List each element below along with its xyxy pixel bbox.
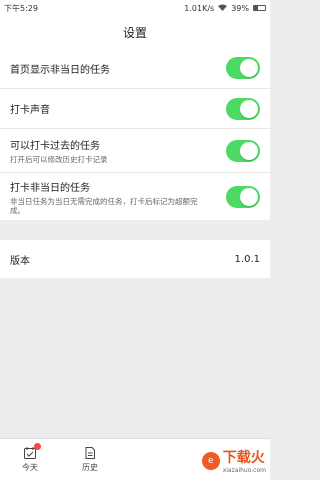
setting-title: 打卡声音 (10, 105, 50, 116)
tab-history[interactable]: 历史 (60, 439, 120, 480)
tab-today[interactable]: 今天 (0, 439, 60, 480)
setting-row-checkin-sound[interactable]: 打卡声音 (0, 88, 270, 128)
toggle-knob (240, 141, 258, 160)
status-bar: 下午5:29 1.01K/s 39% (0, 0, 270, 16)
flame-logo-icon: e (201, 451, 220, 470)
watermark-cn: 下载火 (222, 450, 265, 466)
network-speed: 1.01K/s (184, 3, 215, 13)
page-title: 设置 (122, 25, 147, 40)
setting-desc: 非当日任务为当日无需完成的任务，打卡后标记为超额完成。 (10, 196, 198, 215)
status-right: 1.01K/s 39% (184, 4, 266, 13)
setting-title: 打卡非当日的任务 (10, 182, 90, 194)
setting-title: 可以打卡过去的任务 (10, 141, 100, 152)
battery-icon (253, 5, 266, 11)
setting-row-past-tasks[interactable]: 可以打卡过去的任务 打开后可以修改历史打卡记录 (0, 128, 270, 172)
watermark-en: xiazaihuo.com (222, 467, 266, 474)
setting-row-non-today-checkin[interactable]: 打卡非当日的任务 非当日任务为当日无需完成的任务，打卡后标记为超额完成。 (0, 172, 270, 220)
status-time: 下午5:29 (4, 3, 38, 13)
setting-text: 打卡非当日的任务 非当日任务为当日无需完成的任务，打卡后标记为超额完成。 (10, 179, 200, 215)
notification-badge (34, 443, 41, 450)
setting-desc: 打开后可以修改历史打卡记录 (10, 155, 108, 164)
setting-title: 首页显示非当日的任务 (10, 64, 110, 76)
watermark-logo: e 下载火 xiazaihuo.com (201, 447, 266, 474)
toggle-knob (240, 59, 258, 77)
settings-list: 首页显示非当日的任务 打卡声音 可以打卡过去的任务 打开后可以修改历史打卡记录 … (0, 48, 270, 220)
watermark-text: 下载火 xiazaihuo.com (223, 447, 266, 474)
setting-text: 首页显示非当日的任务 (10, 61, 110, 76)
setting-text: 打卡声音 (10, 101, 50, 116)
version-label: 版本 (10, 255, 30, 267)
toggle-non-today-checkin[interactable] (226, 185, 260, 208)
wifi-icon (218, 4, 228, 13)
nav-bar: 设置 (0, 16, 270, 48)
version-row: 版本 1.0.1 (0, 240, 270, 278)
toggle-checkin-sound[interactable] (226, 97, 260, 120)
setting-text: 可以打卡过去的任务 打开后可以修改历史打卡记录 (10, 137, 108, 164)
version-value: 1.0.1 (234, 253, 260, 265)
toggle-show-non-today[interactable] (226, 57, 260, 79)
toggle-knob (240, 99, 258, 118)
history-doc-icon (85, 447, 95, 459)
setting-row-show-non-today[interactable]: 首页显示非当日的任务 (0, 48, 270, 88)
tab-label: 历史 (82, 463, 98, 472)
tab-label: 今天 (22, 463, 38, 472)
toggle-knob (240, 187, 258, 206)
battery-percent: 39% (231, 3, 249, 13)
toggle-past-tasks[interactable] (226, 139, 260, 162)
